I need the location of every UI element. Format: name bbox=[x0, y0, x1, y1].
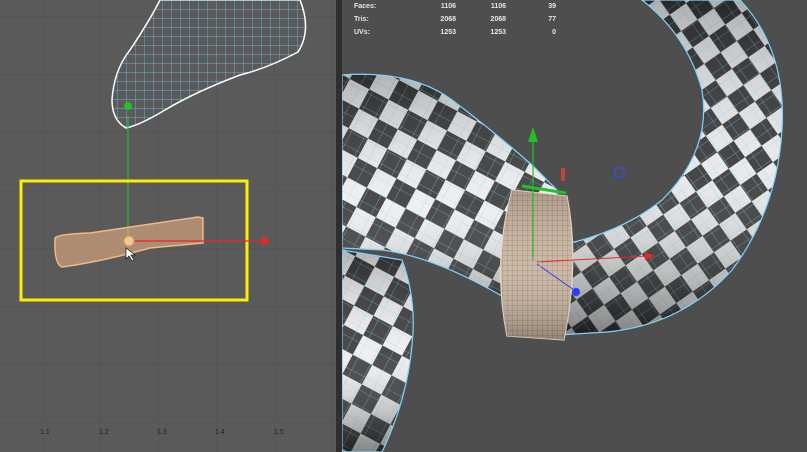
leg-mesh[interactable] bbox=[342, 249, 414, 452]
perspective-viewport[interactable]: Faces: 1106 1106 39 Tris: 2068 2068 77 U… bbox=[342, 0, 807, 452]
pivot-point[interactable] bbox=[124, 102, 132, 110]
hud-label: UVs: bbox=[354, 29, 370, 36]
hud-value: 1253 bbox=[490, 29, 506, 36]
hud-label: Faces: bbox=[354, 3, 377, 10]
uv-editor-panel[interactable]: 1.1 1.2 1.3 1.4 1.5 bbox=[0, 0, 336, 452]
poly-count-hud: Faces: 1106 1106 39 Tris: 2068 2068 77 U… bbox=[354, 0, 556, 39]
yz-plane-handle[interactable] bbox=[614, 167, 625, 178]
z-axis-handle-icon[interactable] bbox=[572, 288, 580, 296]
hud-value: 39 bbox=[548, 3, 556, 10]
ruler-label: 1.3 bbox=[157, 429, 167, 436]
hud-value: 1106 bbox=[440, 3, 456, 10]
selected-ring[interactable] bbox=[500, 184, 574, 341]
hud-row-tris: Tris: 2068 2068 77 bbox=[354, 13, 556, 26]
y-axis-arrow-icon[interactable] bbox=[528, 127, 538, 142]
hud-value: 1253 bbox=[440, 29, 456, 36]
xy-plane-handle[interactable] bbox=[561, 168, 565, 181]
hud-row-uvs: UVs: 1253 1253 0 bbox=[354, 26, 556, 39]
ruler-label: 1.4 bbox=[215, 429, 225, 436]
uv-grid-canvas[interactable] bbox=[0, 0, 336, 452]
hud-value: 2068 bbox=[440, 16, 456, 23]
hud-value: 2068 bbox=[490, 16, 506, 23]
move-manipulator-icon[interactable] bbox=[123, 235, 135, 247]
hud-value: 1106 bbox=[490, 3, 506, 10]
hud-row-faces: Faces: 1106 1106 39 bbox=[354, 0, 556, 13]
ruler-label: 1.2 bbox=[99, 429, 109, 436]
hud-value: 77 bbox=[548, 16, 556, 23]
hud-value: 0 bbox=[552, 29, 556, 36]
viewport-canvas[interactable] bbox=[342, 0, 807, 452]
ruler-label: 1.1 bbox=[40, 429, 50, 436]
maya-workspace: 1.1 1.2 1.3 1.4 1.5 Faces: 1106 1106 39 … bbox=[0, 0, 807, 452]
uv-ruler: 1.1 1.2 1.3 1.4 1.5 bbox=[0, 426, 336, 440]
hud-label: Tris: bbox=[354, 16, 369, 23]
ruler-label: 1.5 bbox=[274, 429, 284, 436]
